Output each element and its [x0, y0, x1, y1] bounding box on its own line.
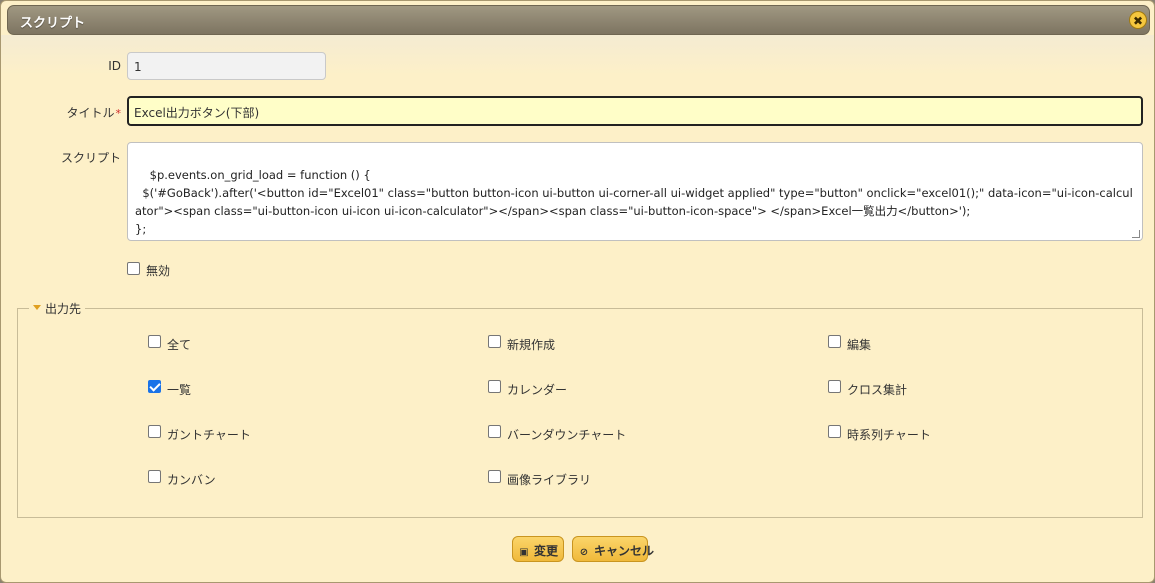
output-legend[interactable]: 出力先 — [29, 300, 86, 317]
script-textarea[interactable]: $p.events.on_grid_load = function () { $… — [127, 142, 1143, 241]
cancel-circle-icon: ⊘ — [579, 547, 589, 558]
output-option-label: 全て — [167, 338, 192, 352]
output-option-label: 時系列チャート — [847, 428, 931, 442]
disabled-checkbox[interactable] — [127, 262, 140, 275]
script-dialog: スクリプト ✖ ID 1 タイトル* Excel出力ボタン(下部) スクリプト … — [0, 0, 1155, 583]
title-input[interactable]: Excel出力ボタン(下部) — [127, 96, 1143, 126]
cancel-button-label: キャンセル — [594, 544, 655, 558]
output-option-checkbox[interactable] — [148, 335, 161, 348]
collapse-arrow-icon — [33, 305, 41, 310]
output-option-checkbox[interactable] — [488, 470, 501, 483]
script-text: $p.events.on_grid_load = function () { $… — [135, 168, 1133, 236]
dialog-title: スクリプト — [20, 16, 86, 31]
output-option-checkbox[interactable] — [828, 335, 841, 348]
resize-grip-icon[interactable] — [1132, 230, 1140, 238]
output-option-label: カレンダー — [507, 383, 568, 397]
output-option-checkbox[interactable] — [828, 380, 841, 393]
script-label: スクリプト — [60, 151, 121, 165]
output-option-checkbox[interactable] — [488, 335, 501, 348]
output-option-checkbox[interactable] — [148, 425, 161, 438]
save-button-label: 変更 — [534, 544, 559, 558]
disabled-label: 無効 — [146, 264, 171, 278]
output-option-label: バーンダウンチャート — [507, 428, 627, 442]
output-option-label: 一覧 — [167, 383, 192, 397]
output-option-checkbox[interactable] — [488, 380, 501, 393]
id-label: ID — [108, 59, 121, 73]
floppy-disk-icon: ▣ — [519, 547, 529, 558]
output-option-label: 編集 — [847, 338, 872, 352]
output-option-checkbox[interactable] — [148, 470, 161, 483]
output-option-checkbox[interactable] — [148, 380, 161, 393]
output-option-label: カンバン — [167, 473, 216, 487]
close-icon[interactable]: ✖ — [1129, 11, 1147, 29]
output-option-checkbox[interactable] — [488, 425, 501, 438]
required-mark: * — [115, 107, 122, 120]
output-option-checkbox[interactable] — [828, 425, 841, 438]
output-option-label: クロス集計 — [847, 383, 908, 397]
save-button[interactable]: ▣ 変更 — [512, 536, 564, 562]
output-option-label: ガントチャート — [167, 428, 251, 442]
output-option-label: 新規作成 — [507, 338, 556, 352]
output-option-label: 画像ライブラリ — [507, 473, 592, 487]
cancel-button[interactable]: ⊘ キャンセル — [572, 536, 654, 562]
id-field: 1 — [127, 52, 326, 80]
dialog-titlebar[interactable]: スクリプト ✖ — [7, 5, 1150, 35]
title-label: タイトル* — [66, 106, 122, 120]
